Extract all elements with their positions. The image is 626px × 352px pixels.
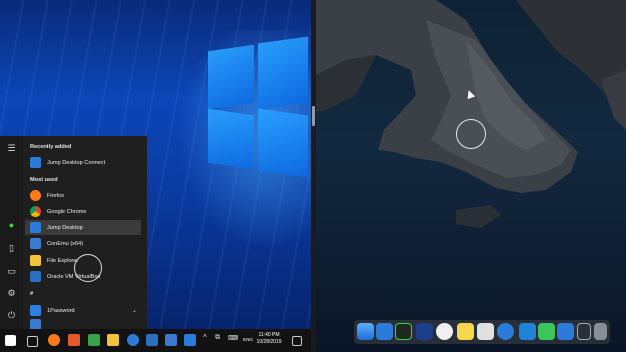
terminal-icon[interactable] — [395, 323, 412, 340]
cursor-highlight — [74, 254, 102, 282]
conemu-icon[interactable] — [165, 334, 177, 346]
trash-icon[interactable] — [594, 323, 607, 340]
firefox-icon[interactable] — [48, 334, 60, 346]
app-label: Firefox — [47, 192, 65, 199]
wallpaper-logo-pane — [258, 108, 308, 178]
app-icon — [30, 319, 41, 329]
onepassword-icon — [30, 305, 41, 316]
section-hash-header: # — [30, 291, 34, 297]
catalina-wallpaper — [316, 0, 626, 228]
app-label: File Explorer — [47, 257, 79, 264]
keyboard-icon[interactable]: ⌨ — [228, 334, 240, 346]
virtualbox-icon[interactable] — [146, 334, 158, 346]
clock-date: 10/28/2019 — [256, 339, 282, 345]
jump-desktop-connect-icon — [30, 157, 41, 168]
jump-desktop-icon[interactable] — [184, 334, 196, 346]
app-label: Jump Desktop Connect — [47, 159, 106, 166]
most-used-header: Most used — [30, 177, 58, 183]
wallpaper-logo-pane — [258, 36, 308, 110]
power-icon[interactable]: ⏻ — [6, 310, 17, 321]
divider-grip[interactable] — [312, 106, 315, 126]
settings-gear-icon[interactable]: ⚙ — [6, 288, 17, 299]
documents-icon[interactable]: ▯ — [6, 243, 17, 254]
start-menu: ☰ ● ▯ ▭ ⚙ ⏻ Recently added Jump Desktop … — [0, 136, 147, 329]
windows-taskbar: ^ ⧉ ⌨ ENG 11:40 PM 10/28/2019 — [0, 329, 311, 352]
jump-desktop-icon[interactable] — [376, 323, 393, 340]
office-icon[interactable] — [68, 334, 80, 346]
app-item-conemu[interactable]: ConEmu (x64) — [25, 236, 141, 251]
taskbar-clock[interactable]: 11:40 PM 10/28/2019 — [250, 332, 288, 346]
virtualbox-icon — [30, 271, 41, 282]
app-label: Google Chrome — [47, 208, 87, 215]
terminal-icon[interactable] — [88, 334, 100, 346]
recently-added-header: Recently added — [30, 144, 72, 150]
app-item-partial[interactable] — [25, 319, 141, 329]
start-rail: ☰ ● ▯ ▭ ⚙ ⏻ — [0, 136, 23, 329]
tray-chevron-icon[interactable]: ^ — [203, 333, 215, 345]
clock-time: 11:40 PM — [258, 332, 280, 338]
wallpaper-logo-pane — [208, 108, 254, 170]
app-label: 1Password — [47, 307, 75, 314]
windows-start-icon[interactable] — [5, 335, 16, 346]
notes-icon[interactable] — [457, 323, 474, 340]
preview-icon[interactable] — [477, 323, 494, 340]
launchpad-icon[interactable] — [416, 323, 433, 340]
safari-icon[interactable] — [436, 323, 453, 340]
cursor-highlight — [456, 119, 486, 149]
vscode-icon[interactable] — [519, 323, 536, 340]
app-item-firefox[interactable]: Firefox — [25, 188, 141, 203]
mac-desktop[interactable] — [316, 0, 626, 352]
facetime-icon[interactable] — [538, 323, 555, 340]
finder-icon[interactable] — [357, 323, 374, 340]
conemu-icon — [30, 238, 41, 249]
chrome-icon — [30, 206, 41, 217]
messages-icon[interactable] — [497, 323, 514, 340]
jump-desktop-icon — [30, 222, 41, 233]
app-label: ConEmu (x64) — [47, 240, 84, 247]
screen: ☰ ● ▯ ▭ ⚙ ⏻ Recently added Jump Desktop … — [0, 0, 626, 352]
notifications-icon[interactable] — [292, 336, 302, 346]
task-view-icon[interactable] — [27, 336, 38, 347]
app-item-google-chrome[interactable]: Google Chrome — [25, 204, 141, 219]
start-app-list: Recently added Jump Desktop Connect Most… — [23, 136, 147, 329]
documents-folder-icon[interactable] — [577, 323, 591, 340]
app-item-jump-desktop[interactable]: Jump Desktop — [25, 220, 141, 235]
app-label: Jump Desktop — [47, 224, 83, 231]
app-icon[interactable] — [127, 334, 139, 346]
file-explorer-icon[interactable] — [107, 334, 119, 346]
user-avatar-icon[interactable]: ● — [6, 220, 17, 231]
pictures-icon[interactable]: ▭ — [6, 266, 17, 277]
hamburger-icon[interactable]: ☰ — [6, 143, 17, 154]
app-item-1password[interactable]: 1Password ⌄ — [25, 303, 141, 318]
firefox-icon — [30, 190, 41, 201]
chevron-down-icon[interactable]: ⌄ — [132, 307, 137, 314]
jump-desktop-connect-icon[interactable] — [557, 323, 574, 340]
network-icon[interactable]: ⧉ — [215, 334, 227, 346]
mac-dock — [354, 320, 610, 344]
wallpaper-logo-pane — [208, 44, 254, 110]
file-explorer-icon — [30, 255, 41, 266]
windows-desktop[interactable]: ☰ ● ▯ ▭ ⚙ ⏻ Recently added Jump Desktop … — [0, 0, 311, 352]
app-item-jump-desktop-connect[interactable]: Jump Desktop Connect — [25, 155, 141, 170]
